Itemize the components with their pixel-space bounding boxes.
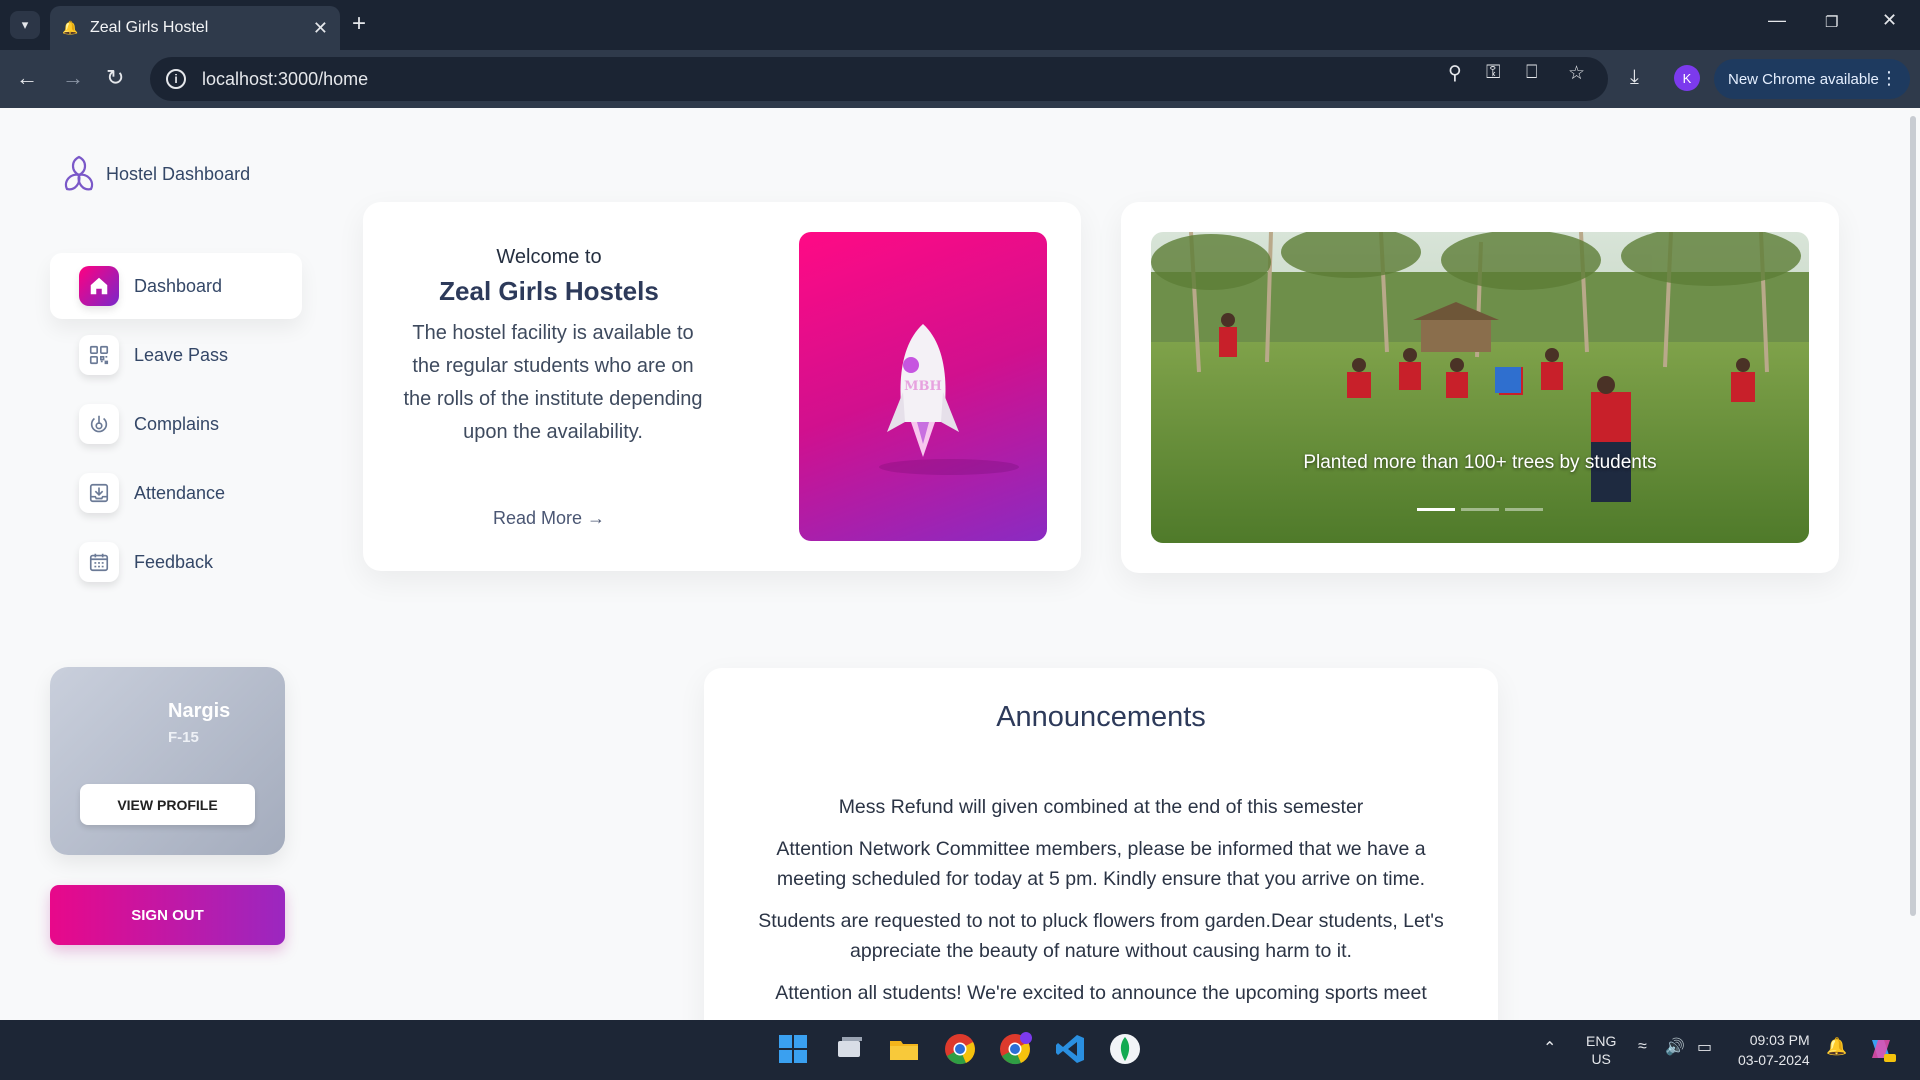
read-more-label: Read More <box>492 508 583 528</box>
back-arrow-icon[interactable]: ← <box>16 65 38 91</box>
brand[interactable]: Hostel Dashboard <box>58 153 250 195</box>
os-taskbar: ⌃ ENG US ≈ 🔊 ▭ 09:03 PM 03-07-2024 🔔 <box>0 1020 1920 1080</box>
restore-icon[interactable]: ❐ <box>1825 13 1838 31</box>
announcements-list: Mess Refund will given combined at the e… <box>744 792 1458 1020</box>
welcome-pretitle: Welcome to <box>496 246 602 268</box>
mongodb-compass-icon[interactable] <box>1108 1032 1142 1066</box>
tree-planting-photo <box>1151 232 1809 543</box>
inbox-download-icon <box>79 473 119 513</box>
rocket-illustration: MBH <box>799 232 1047 541</box>
chrome-profile-icon[interactable] <box>998 1032 1032 1066</box>
welcome-description: The hostel facility is available to the … <box>403 322 703 443</box>
browser-tab[interactable]: 🔔 Zeal Girls Hostel ✕ <box>50 6 340 50</box>
announcement-item: Attention all students! We're excited to… <box>775 982 1427 1004</box>
power-icon <box>79 404 119 444</box>
page-scrollbar[interactable] <box>1910 116 1916 916</box>
carousel-photo[interactable]: Planted more than 100+ trees by students <box>1151 232 1809 543</box>
window-close-icon[interactable]: ✕ <box>1882 10 1897 31</box>
announcement-item: Students are requested to not to pluck f… <box>758 910 1444 962</box>
carousel-dot[interactable] <box>1505 508 1543 511</box>
region-code: US <box>1591 1051 1611 1067</box>
chrome-update-button[interactable]: New Chrome available ⋮ <box>1714 59 1910 99</box>
browser-tab-bar: ▾ 🔔 Zeal Girls Hostel ✕ + — ❐ ✕ <box>0 0 1920 50</box>
announcement-item: Attention Network Committee members, ple… <box>776 838 1426 890</box>
file-explorer-icon[interactable] <box>887 1032 921 1066</box>
tab-title: Zeal Girls Hostel <box>90 19 209 36</box>
profile-room: F-15 <box>168 729 199 746</box>
carousel-indicators <box>1417 508 1549 511</box>
qr-code-icon <box>79 335 119 375</box>
site-info-icon[interactable]: i <box>166 69 186 89</box>
minimize-icon[interactable]: — <box>1768 10 1786 31</box>
rocket-label: MBH <box>904 379 942 394</box>
sidebar-item-label: Leave Pass <box>134 344 229 365</box>
announcements-card: Announcements Mess Refund will given com… <box>704 668 1498 1020</box>
arrow-right-icon: → <box>587 508 606 528</box>
announcements-title: Announcements <box>996 701 1206 733</box>
carousel-card: Planted more than 100+ trees by students <box>1121 202 1839 573</box>
sidebar-item-label: Dashboard <box>134 275 223 296</box>
address-bar[interactable]: i localhost:3000/home <box>150 57 1608 101</box>
clock[interactable]: 09:03 PM 03-07-2024 <box>1738 1030 1810 1070</box>
welcome-card: Welcome to Zeal Girls Hostels The hostel… <box>363 202 1081 571</box>
sidebar-nav: Dashboard Leave Pass Complains Attendanc… <box>50 253 302 598</box>
sidebar-item-label: Complains <box>134 413 220 434</box>
forward-arrow-icon[interactable]: → <box>62 65 84 91</box>
bell-favicon-icon: 🔔 <box>62 20 79 35</box>
close-tab-icon[interactable]: ✕ <box>313 18 328 39</box>
password-key-icon[interactable]: ⚿ <box>1486 62 1500 84</box>
vscode-icon[interactable] <box>1053 1032 1087 1066</box>
sidebar-item-attendance[interactable]: Attendance <box>50 460 302 526</box>
update-label: New Chrome available <box>1728 70 1879 88</box>
sidebar-item-dashboard[interactable]: Dashboard <box>50 253 302 319</box>
sidebar-item-complains[interactable]: Complains <box>50 391 302 457</box>
carousel-dot[interactable] <box>1417 508 1455 511</box>
volume-icon[interactable]: 🔊 <box>1665 1037 1685 1057</box>
language-code: ENG <box>1586 1033 1617 1049</box>
install-app-icon[interactable]: ⎕ <box>1526 62 1537 84</box>
clock-time: 09:03 PM <box>1749 1032 1810 1048</box>
profile-card: Nargis F-15 VIEW PROFILE <box>50 667 285 855</box>
notification-bell-icon[interactable]: 🔔 <box>1826 1037 1847 1057</box>
page-content: Hostel Dashboard Dashboard Leave Pass Co… <box>0 108 1920 1020</box>
chevron-down-icon: ▾ <box>21 17 29 32</box>
brand-title: Hostel Dashboard <box>106 163 251 184</box>
download-icon[interactable]: ⤓ <box>1630 66 1639 89</box>
reload-icon[interactable]: ↻ <box>106 65 124 91</box>
profile-avatar[interactable]: K <box>1674 65 1700 91</box>
calendar-icon <box>79 542 119 582</box>
wifi-icon[interactable]: ≈ <box>1638 1038 1647 1056</box>
sidebar-item-leave-pass[interactable]: Leave Pass <box>50 322 302 388</box>
copilot-icon[interactable] <box>1866 1034 1896 1069</box>
tab-search-button[interactable]: ▾ <box>10 11 40 39</box>
announcement-item: Mess Refund will given combined at the e… <box>838 796 1364 818</box>
url-text[interactable]: localhost:3000/home <box>202 69 368 90</box>
sidebar-item-feedback[interactable]: Feedback <box>50 529 302 595</box>
brand-logo-icon <box>64 155 94 191</box>
sidebar-item-label: Feedback <box>134 551 214 572</box>
new-tab-button[interactable]: + <box>352 10 366 38</box>
kebab-menu-icon[interactable]: ⋮ <box>1880 68 1898 89</box>
tray-chevron-up-icon[interactable]: ⌃ <box>1543 1038 1556 1058</box>
home-icon <box>79 266 119 306</box>
browser-toolbar: ← → ↻ i localhost:3000/home ⚲ ⚿ ⎕ ☆ ⤓ K … <box>0 50 1920 108</box>
sign-out-button[interactable]: SIGN OUT <box>50 885 285 945</box>
sidebar-item-label: Attendance <box>134 482 226 503</box>
windows-start-icon[interactable] <box>776 1032 810 1066</box>
profile-name: Nargis <box>168 700 231 722</box>
view-profile-button[interactable]: VIEW PROFILE <box>80 784 255 825</box>
read-more-link[interactable]: Read More → <box>363 508 735 529</box>
carousel-caption: Planted more than 100+ trees by students <box>1303 452 1657 473</box>
battery-icon[interactable]: ▭ <box>1697 1037 1712 1057</box>
carousel-dot[interactable] <box>1461 508 1499 511</box>
clock-date: 03-07-2024 <box>1738 1052 1810 1068</box>
chrome-icon[interactable] <box>943 1032 977 1066</box>
task-view-icon[interactable] <box>832 1032 866 1066</box>
language-indicator[interactable]: ENG US <box>1586 1032 1616 1068</box>
welcome-title: Zeal Girls Hostels <box>439 276 659 306</box>
bookmark-star-icon[interactable]: ☆ <box>1568 62 1585 85</box>
location-icon[interactable]: ⚲ <box>1448 62 1462 85</box>
